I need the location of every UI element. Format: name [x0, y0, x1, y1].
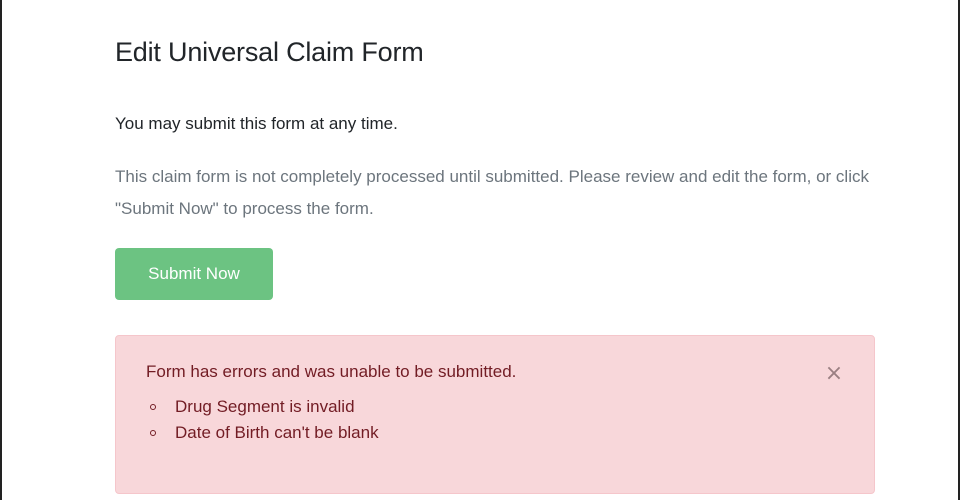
error-item-label: Drug Segment is invalid	[175, 397, 355, 416]
close-icon[interactable]: ×	[822, 362, 846, 386]
error-item-label: Date of Birth can't be blank	[175, 423, 379, 442]
error-item-drug-segment: Drug Segment is invalid	[146, 394, 379, 420]
circle-bullet-icon	[150, 404, 156, 410]
error-alert: Form has errors and was unable to be sub…	[115, 335, 875, 494]
alert-message: Form has errors and was unable to be sub…	[146, 362, 517, 381]
submit-now-button[interactable]: Submit Now	[115, 248, 273, 300]
page-frame: Edit Universal Claim Form You may submit…	[0, 0, 960, 500]
error-item-date-of-birth: Date of Birth can't be blank	[146, 420, 379, 446]
page-title: Edit Universal Claim Form	[115, 37, 424, 67]
processing-info-text: This claim form is not completely proces…	[115, 167, 869, 218]
circle-bullet-icon	[150, 430, 156, 436]
submit-anytime-text: You may submit this form at any time.	[115, 114, 398, 133]
error-list: Drug Segment is invalid Date of Birth ca…	[146, 394, 379, 446]
